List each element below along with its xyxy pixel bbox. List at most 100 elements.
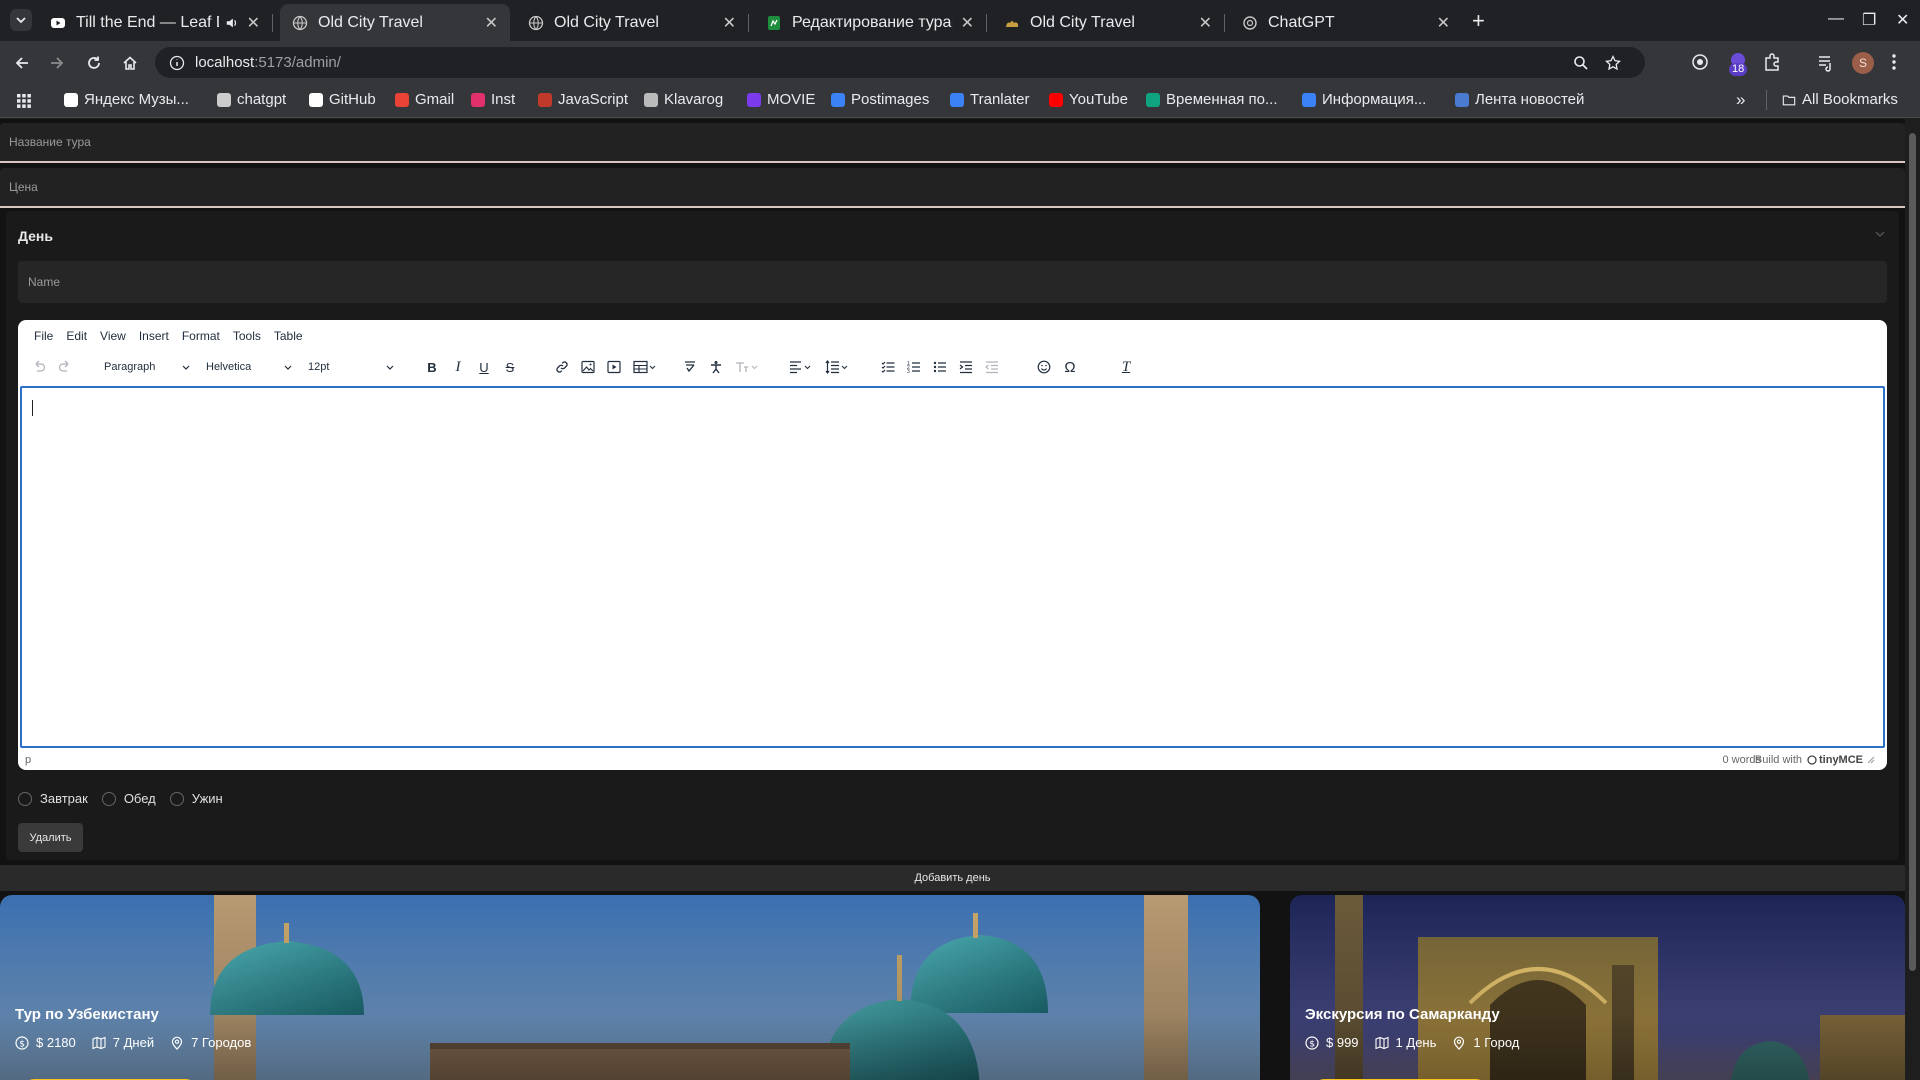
menu-view[interactable]: View — [100, 329, 126, 343]
menu-tools[interactable]: Tools — [233, 329, 261, 343]
checklist-icon[interactable] — [878, 357, 898, 377]
emoji-icon[interactable] — [1034, 357, 1054, 377]
day-name-field[interactable]: Name — [18, 261, 1887, 303]
close-icon[interactable]: ✕ — [485, 13, 498, 33]
apps-grid-icon[interactable] — [16, 93, 32, 109]
special-char-icon[interactable]: Ω — [1060, 357, 1080, 377]
reload-icon[interactable] — [84, 53, 104, 73]
redo-icon[interactable] — [56, 357, 74, 377]
block-format-select[interactable]: Paragraph — [98, 357, 194, 377]
strikethrough-icon[interactable]: S — [500, 357, 520, 377]
scrollbar-thumb[interactable] — [1909, 133, 1916, 971]
more-bookmarks-icon[interactable]: » — [1736, 90, 1745, 110]
bold-icon[interactable]: B — [422, 357, 442, 377]
new-tab-button[interactable]: + — [1472, 8, 1485, 34]
align-icon[interactable] — [786, 357, 816, 377]
close-window-icon[interactable]: ✕ — [1896, 10, 1909, 30]
checkbox[interactable] — [18, 791, 32, 806]
extension-radar-icon[interactable] — [1690, 52, 1710, 72]
table-icon[interactable] — [630, 357, 660, 377]
checkbox[interactable] — [169, 791, 184, 806]
kebab-menu-icon[interactable] — [1891, 52, 1897, 72]
editor-content-area[interactable] — [20, 386, 1885, 748]
tab-old-city-travel-3[interactable]: Old City Travel ✕ — [992, 4, 1225, 41]
meal-dinner[interactable]: Ужин — [169, 791, 223, 806]
bookmark-item[interactable]: chatgpt — [217, 91, 286, 108]
close-icon[interactable]: ✕ — [1437, 13, 1450, 33]
back-icon[interactable] — [12, 53, 32, 73]
undo-icon[interactable] — [30, 357, 48, 377]
tab-old-city-travel-active[interactable]: Old City Travel ✕ — [280, 4, 510, 41]
outdent-icon[interactable] — [982, 357, 1002, 377]
site-info-icon[interactable] — [169, 55, 185, 71]
home-icon[interactable] — [120, 53, 140, 73]
font-family-select[interactable]: Helvetica — [200, 357, 296, 377]
bullet-list-icon[interactable] — [930, 357, 950, 377]
all-bookmarks-folder[interactable]: All Bookmarks — [1782, 91, 1898, 108]
text-size-icon[interactable] — [732, 357, 762, 377]
extension-counter-icon[interactable]: 18 — [1726, 50, 1750, 76]
star-icon[interactable] — [1605, 55, 1621, 71]
bookmark-item[interactable]: GitHub — [309, 91, 376, 108]
zoom-icon[interactable] — [1573, 55, 1589, 71]
menu-table[interactable]: Table — [274, 329, 303, 343]
media-icon[interactable] — [604, 357, 624, 377]
tab-search-button[interactable] — [10, 9, 32, 31]
forward-icon[interactable] — [47, 53, 67, 73]
meal-breakfast[interactable]: Завтрак — [18, 791, 88, 806]
bookmark-item[interactable]: YouTube — [1049, 91, 1128, 108]
element-path[interactable]: p — [25, 754, 31, 766]
bookmark-item[interactable]: Gmail — [395, 91, 454, 108]
bookmark-item[interactable]: Лента новостей — [1455, 91, 1584, 108]
tour-name-field[interactable]: Название тура — [0, 123, 1905, 163]
close-icon[interactable]: ✕ — [961, 13, 974, 33]
close-icon[interactable]: ✕ — [723, 13, 736, 33]
underline-icon[interactable]: U — [474, 357, 494, 377]
menu-format[interactable]: Format — [182, 329, 220, 343]
address-bar[interactable]: localhost:5173/admin/ — [155, 47, 1645, 78]
tab-edit-tour[interactable]: Редактирование тура: E ✕ — [754, 4, 987, 41]
close-icon[interactable]: ✕ — [247, 13, 260, 33]
link-icon[interactable] — [552, 357, 572, 377]
minimize-icon[interactable]: — — [1828, 10, 1844, 28]
restore-icon[interactable]: ❐ — [1862, 10, 1876, 30]
price-field[interactable]: Цена — [0, 168, 1905, 208]
profile-avatar[interactable]: S — [1852, 52, 1874, 74]
tour-card[interactable]: Тур по Узбекистану $ $ 2180 7 Дней 7 Гор… — [0, 895, 1260, 1080]
bookmark-item[interactable]: JavaScript — [538, 91, 628, 108]
bookmark-item[interactable]: Inst — [471, 91, 515, 108]
close-icon[interactable]: ✕ — [1199, 13, 1212, 33]
clear-format-icon[interactable]: T — [1116, 357, 1136, 377]
page-scrollbar[interactable] — [1905, 119, 1920, 1080]
tour-card[interactable]: Экскурсия по Самарканду $ $ 999 1 День 1… — [1290, 895, 1905, 1080]
font-size-select[interactable]: 12pt — [302, 357, 398, 377]
menu-edit[interactable]: Edit — [66, 329, 87, 343]
speaker-icon[interactable] — [225, 16, 239, 30]
menu-file[interactable]: File — [34, 329, 53, 343]
resize-handle-icon[interactable] — [1867, 756, 1875, 764]
tab-old-city-travel-2[interactable]: Old City Travel ✕ — [516, 4, 749, 41]
media-controls-icon[interactable] — [1816, 52, 1836, 72]
extensions-puzzle-icon[interactable] — [1762, 52, 1782, 72]
bookmark-item[interactable]: Postimages — [831, 91, 929, 108]
indent-icon[interactable] — [956, 357, 976, 377]
italic-icon[interactable]: I — [448, 357, 468, 377]
checkbox[interactable] — [101, 791, 116, 806]
line-height-icon[interactable] — [822, 357, 852, 377]
menu-insert[interactable]: Insert — [139, 329, 169, 343]
spellcheck-icon[interactable] — [680, 357, 700, 377]
bookmark-item[interactable]: MOVIE — [747, 91, 815, 108]
chevron-down-icon[interactable] — [1875, 231, 1885, 237]
bookmark-item[interactable]: Временная по... — [1146, 91, 1278, 108]
day-title[interactable]: День — [18, 228, 53, 244]
bookmark-item[interactable]: Информация... — [1302, 91, 1426, 108]
numbered-list-icon[interactable]: 123 — [904, 357, 924, 377]
accessibility-icon[interactable] — [706, 357, 726, 377]
bookmark-item[interactable]: Tranlater — [950, 91, 1029, 108]
tab-youtube[interactable]: Till the End — Leaf Dr ✕ — [38, 4, 273, 41]
image-icon[interactable] — [578, 357, 598, 377]
delete-day-button[interactable]: Удалить — [18, 823, 83, 852]
bookmark-item[interactable]: Яндекс Музы... — [64, 91, 189, 108]
bookmark-item[interactable]: Klavarog — [644, 91, 723, 108]
add-day-button[interactable]: Добавить день — [0, 865, 1905, 891]
